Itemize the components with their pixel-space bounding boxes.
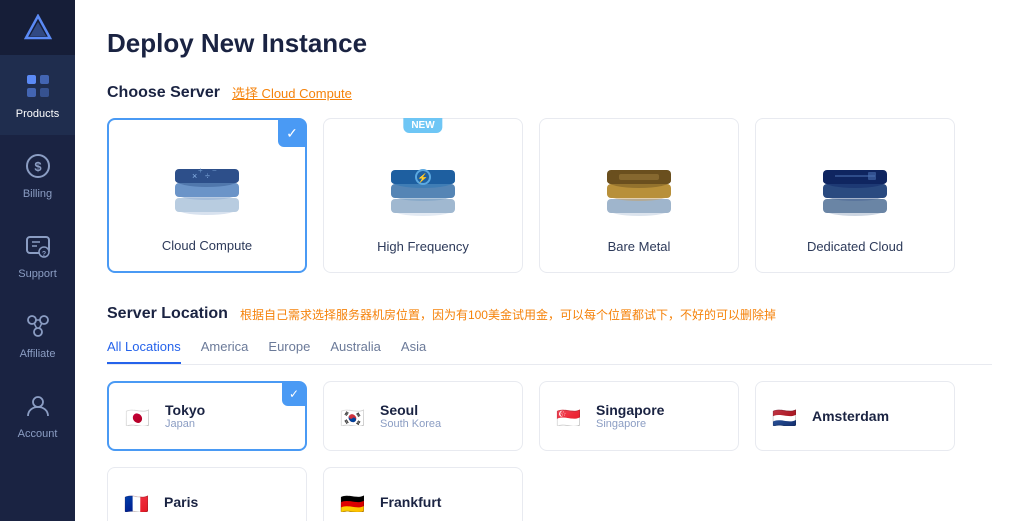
svg-text:⚡: ⚡ bbox=[417, 172, 428, 184]
sidebar-item-support[interactable]: ? Support bbox=[0, 215, 75, 295]
sidebar-label-account: Account bbox=[18, 428, 58, 440]
server-card-dedicated-cloud[interactable]: Dedicated Cloud bbox=[755, 118, 955, 273]
server-card-high-frequency[interactable]: NEW ⚡ High Frequency bbox=[323, 118, 523, 273]
amsterdam-flag: 🇳🇱 bbox=[772, 406, 800, 426]
dedicated-cloud-icon bbox=[810, 139, 900, 229]
server-card-bare-metal[interactable]: Bare Metal bbox=[539, 118, 739, 273]
paris-flag: 🇫🇷 bbox=[124, 492, 152, 512]
sidebar-item-account[interactable]: Account bbox=[0, 375, 75, 455]
svg-text:?: ? bbox=[41, 251, 45, 258]
choose-server-label: Choose Server bbox=[107, 84, 220, 102]
choose-server-header: Choose Server 选择 Cloud Compute bbox=[107, 83, 992, 102]
location-cards: ✓ 🇯🇵 Tokyo Japan 🇰🇷 Seoul South Korea 🇸🇬… bbox=[107, 381, 992, 521]
affiliate-icon bbox=[22, 310, 54, 342]
server-location-label: Server Location bbox=[107, 305, 228, 323]
svg-text:÷: ÷ bbox=[205, 171, 210, 181]
tokyo-city: Tokyo bbox=[165, 402, 205, 418]
tokyo-country: Japan bbox=[165, 418, 205, 430]
sidebar-label-support: Support bbox=[18, 268, 57, 280]
seoul-city: Seoul bbox=[380, 402, 441, 418]
tokyo-info: Tokyo Japan bbox=[165, 402, 205, 430]
bare-metal-icon bbox=[594, 139, 684, 229]
page-title: Deploy New Instance bbox=[107, 28, 992, 59]
bare-metal-label: Bare Metal bbox=[608, 239, 671, 254]
svg-text:×: × bbox=[192, 171, 197, 181]
dollar-icon: $ bbox=[22, 150, 54, 182]
amsterdam-info: Amsterdam bbox=[812, 408, 889, 424]
svg-text:+: + bbox=[198, 166, 203, 175]
sidebar: Products $ Billing ? Support bbox=[0, 0, 75, 521]
frankfurt-city: Frankfurt bbox=[380, 494, 441, 510]
location-tabs: All Locations America Europe Australia A… bbox=[107, 339, 992, 365]
amsterdam-city: Amsterdam bbox=[812, 408, 889, 424]
seoul-flag: 🇰🇷 bbox=[340, 406, 368, 426]
paris-info: Paris bbox=[164, 494, 198, 510]
singapore-city: Singapore bbox=[596, 402, 664, 418]
location-card-tokyo[interactable]: ✓ 🇯🇵 Tokyo Japan bbox=[107, 381, 307, 451]
seoul-info: Seoul South Korea bbox=[380, 402, 441, 430]
tab-australia[interactable]: Australia bbox=[330, 339, 381, 364]
tab-all-locations[interactable]: All Locations bbox=[107, 339, 181, 364]
server-location-badge: 根据自己需求选择服务器机房位置，因为有100美金试用金，可以每个位置都试下，不好… bbox=[240, 306, 776, 323]
sidebar-item-affiliate[interactable]: Affiliate bbox=[0, 295, 75, 375]
svg-text:−: − bbox=[212, 166, 217, 175]
tab-america[interactable]: America bbox=[201, 339, 249, 364]
server-type-cards: ✓ × ÷ + − Cl bbox=[107, 118, 992, 273]
paris-city: Paris bbox=[164, 494, 198, 510]
frankfurt-info: Frankfurt bbox=[380, 494, 441, 510]
location-card-seoul[interactable]: 🇰🇷 Seoul South Korea bbox=[323, 381, 523, 451]
choose-server-badge: 选择 Cloud Compute bbox=[232, 83, 352, 102]
selected-check: ✓ bbox=[278, 119, 306, 147]
location-card-singapore[interactable]: 🇸🇬 Singapore Singapore bbox=[539, 381, 739, 451]
tab-europe[interactable]: Europe bbox=[268, 339, 310, 364]
account-icon bbox=[22, 390, 54, 422]
location-card-paris[interactable]: 🇫🇷 Paris bbox=[107, 467, 307, 521]
sidebar-item-billing[interactable]: $ Billing bbox=[0, 135, 75, 215]
singapore-info: Singapore Singapore bbox=[596, 402, 664, 430]
sidebar-label-billing: Billing bbox=[23, 188, 52, 200]
sidebar-label-products: Products bbox=[16, 108, 59, 120]
tab-asia[interactable]: Asia bbox=[401, 339, 426, 364]
seoul-country: South Korea bbox=[380, 418, 441, 430]
high-frequency-label: High Frequency bbox=[377, 239, 469, 254]
location-card-amsterdam[interactable]: 🇳🇱 Amsterdam bbox=[755, 381, 955, 451]
dedicated-cloud-label: Dedicated Cloud bbox=[807, 239, 903, 254]
main-content: Deploy New Instance Choose Server 选择 Clo… bbox=[75, 0, 1024, 521]
new-badge: NEW bbox=[403, 118, 442, 133]
singapore-country: Singapore bbox=[596, 418, 664, 430]
singapore-flag: 🇸🇬 bbox=[556, 406, 584, 426]
server-location-header: Server Location 根据自己需求选择服务器机房位置，因为有100美金… bbox=[107, 305, 992, 323]
logo bbox=[0, 0, 75, 55]
help-icon: ? bbox=[22, 230, 54, 262]
server-card-cloud-compute[interactable]: ✓ × ÷ + − Cl bbox=[107, 118, 307, 273]
high-frequency-icon: ⚡ bbox=[378, 139, 468, 229]
cloud-compute-icon: × ÷ + − bbox=[162, 138, 252, 228]
svg-text:$: $ bbox=[34, 159, 42, 174]
frankfurt-flag: 🇩🇪 bbox=[340, 492, 368, 512]
location-card-frankfurt[interactable]: 🇩🇪 Frankfurt bbox=[323, 467, 523, 521]
grid-icon bbox=[22, 70, 54, 102]
sidebar-item-products[interactable]: Products bbox=[0, 55, 75, 135]
cloud-compute-label: Cloud Compute bbox=[162, 238, 252, 253]
sidebar-label-affiliate: Affiliate bbox=[20, 348, 56, 360]
logo-icon bbox=[24, 14, 52, 42]
tokyo-check: ✓ bbox=[282, 382, 306, 406]
tokyo-flag: 🇯🇵 bbox=[125, 406, 153, 426]
